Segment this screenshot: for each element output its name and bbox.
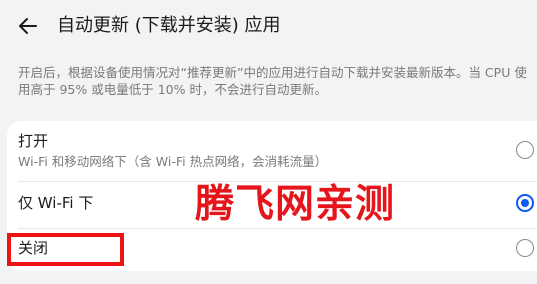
highlight-box: [7, 233, 124, 266]
app-header: 自动更新 (下载并安装) 应用: [0, 0, 537, 52]
arrow-left-icon: [19, 18, 37, 34]
setting-description: 开启后，根据设备使用情况对“推荐更新”中的应用进行自动下载并安装最新版本。当 C…: [18, 65, 527, 97]
back-button[interactable]: [14, 12, 42, 40]
option-off-radio[interactable]: [516, 239, 534, 257]
option-on-label: 打开: [18, 132, 49, 150]
page-title: 自动更新 (下载并安装) 应用: [57, 15, 281, 36]
watermark-text: 腾飞网亲测: [195, 182, 396, 227]
option-wifi-only-label: 仅 Wi-Fi 下: [18, 194, 94, 212]
option-on-radio[interactable]: [516, 141, 534, 159]
option-wifi-only-radio[interactable]: [516, 194, 534, 212]
option-on-sublabel: Wi-Fi 和移动网络下（含 Wi-Fi 热点网络，会消耗流量）: [18, 154, 328, 169]
option-on[interactable]: 打开 Wi-Fi 和移动网络下（含 Wi-Fi 热点网络，会消耗流量）: [7, 121, 537, 181]
